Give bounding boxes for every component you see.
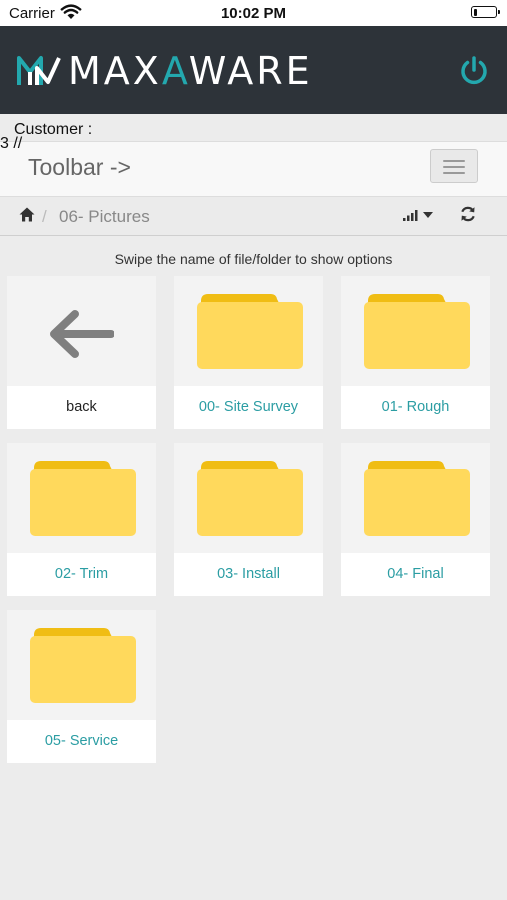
clock: 10:02 PM	[220, 5, 287, 22]
tile-thumbnail	[341, 276, 490, 386]
logo-mark-icon	[17, 56, 61, 85]
tile-thumbnail	[174, 276, 323, 386]
chevron-down-icon[interactable]	[423, 212, 433, 218]
swipe-hint: Swipe the name of file/folder to show op…	[114, 251, 393, 267]
customer-label: Customer :	[14, 121, 93, 138]
arrow-left-icon	[50, 310, 114, 358]
tile-label: 00- Site Survey	[198, 399, 299, 415]
tile-label: 01- Rough	[381, 399, 450, 415]
tile-thumbnail	[174, 443, 323, 553]
folder-tile[interactable]: 01- Rough	[341, 276, 490, 429]
tile-thumbnail	[341, 443, 490, 553]
app-header: MAXAWARE	[0, 26, 507, 114]
folder-tile[interactable]: 05- Service	[7, 610, 156, 763]
folder-tile[interactable]: 00- Site Survey	[174, 276, 323, 429]
menu-toggle-button[interactable]	[430, 149, 478, 183]
tile-label: 04- Final	[387, 566, 444, 582]
folder-icon	[197, 461, 303, 536]
tile-label: 03- Install	[217, 566, 280, 582]
breadcrumb-separator: /	[42, 207, 47, 226]
tile-thumbnail	[7, 276, 156, 386]
folder-icon	[364, 294, 470, 369]
folder-icon	[364, 461, 470, 536]
breadcrumb-current: 06- Pictures	[59, 207, 150, 226]
logo-text: MAXAWARE	[68, 49, 313, 93]
tile-thumbnail	[7, 443, 156, 553]
folder-icon	[30, 628, 136, 703]
tile-label: 02- Trim	[54, 566, 109, 582]
sort-signal-icon[interactable]	[403, 209, 419, 221]
home-icon[interactable]	[19, 207, 35, 222]
folder-icon	[197, 294, 303, 369]
tile-label: back	[66, 399, 97, 415]
toolbar: Toolbar ->	[0, 141, 507, 197]
folder-tile[interactable]: 02- Trim	[7, 443, 156, 596]
folder-icon	[30, 461, 136, 536]
maxaware-logo[interactable]: MAXAWARE	[16, 49, 313, 93]
power-icon[interactable]	[458, 55, 490, 87]
tile-thumbnail	[7, 610, 156, 720]
back-tile[interactable]: back	[7, 276, 156, 429]
battery-icon	[471, 6, 500, 18]
hamburger-icon	[443, 160, 465, 162]
status-bar: Carrier 10:02 PM	[0, 0, 507, 26]
tile-label: 05- Service	[44, 733, 119, 749]
breadcrumb: / 06- Pictures	[0, 197, 507, 236]
folder-tile[interactable]: 03- Install	[174, 443, 323, 596]
refresh-icon[interactable]	[459, 205, 477, 223]
stray-text: 3 //	[0, 135, 23, 152]
folder-tile[interactable]: 04- Final	[341, 443, 490, 596]
toolbar-brand[interactable]: Toolbar ->	[28, 154, 131, 181]
